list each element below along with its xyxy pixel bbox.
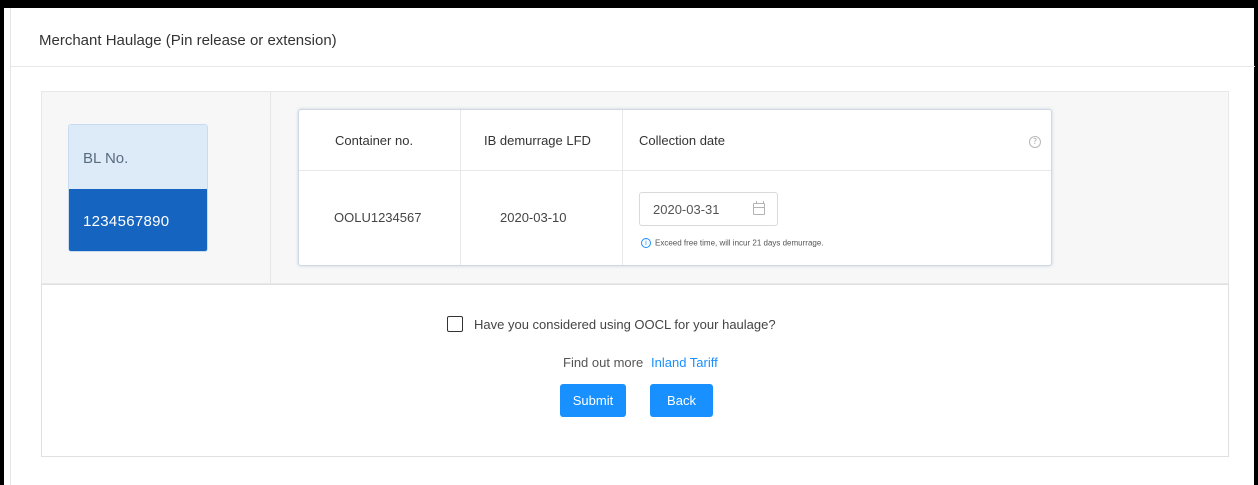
panel-header: Merchant Haulage (Pin release or extensi… (11, 8, 1255, 67)
demurrage-hint-text: Exceed free time, will incur 21 days dem… (655, 238, 824, 248)
collection-date-value: 2020-03-31 (653, 202, 720, 217)
action-section: Have you considered using OOCL for your … (41, 284, 1229, 457)
window-frame-top (0, 0, 1258, 8)
bl-card[interactable]: BL No. 1234567890 (68, 124, 208, 252)
table-header: Container no. IB demurrage LFD Collectio… (299, 110, 1051, 171)
cell-container-no: OOLU1234567 (334, 210, 422, 225)
cell-ib-demurrage-lfd: 2020-03-10 (500, 210, 567, 225)
back-button[interactable]: Back (650, 384, 713, 417)
bl-label: BL No. (69, 125, 207, 189)
table-row: OOLU1234567 2020-03-10 2020-03-31 i Excee… (299, 171, 1051, 265)
info-icon: i (641, 237, 651, 248)
inland-tariff-link[interactable]: Inland Tariff (651, 355, 718, 370)
container-table: Container no. IB demurrage LFD Collectio… (298, 109, 1052, 266)
haulage-checkbox[interactable] (447, 316, 463, 332)
collection-date-picker[interactable]: 2020-03-31 (639, 192, 778, 226)
calendar-icon[interactable] (753, 201, 765, 215)
header-container-no: Container no. (335, 133, 414, 148)
help-icon[interactable]: ? (1029, 136, 1041, 148)
bl-number: 1234567890 (69, 189, 207, 251)
bl-section: BL No. 1234567890 Container no. IB demur… (41, 91, 1229, 284)
bl-column: BL No. 1234567890 (42, 92, 271, 283)
submit-button[interactable]: Submit (560, 384, 626, 417)
panel-title: Merchant Haulage (Pin release or extensi… (39, 32, 337, 49)
demurrage-hint: i Exceed free time, will incur 21 days de… (641, 234, 824, 248)
window-frame-left (0, 0, 4, 485)
header-collection-date: Collection date (639, 133, 725, 148)
merchant-haulage-panel: Merchant Haulage (Pin release or extensi… (10, 8, 1255, 485)
header-ib-demurrage-lfd: IB demurrage LFD (484, 133, 591, 148)
haulage-checkbox-label[interactable]: Have you considered using OOCL for your … (474, 317, 776, 332)
window-frame-right (1254, 0, 1258, 485)
find-out-more-text: Find out more (563, 355, 644, 370)
